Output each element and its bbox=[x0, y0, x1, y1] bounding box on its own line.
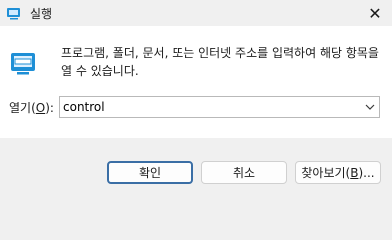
chevron-down-icon[interactable] bbox=[364, 101, 376, 113]
browse-button-label: 찾아보기(B)... bbox=[301, 166, 375, 180]
close-button[interactable]: ✕ bbox=[358, 0, 392, 26]
dialog-description: 프로그램, 폴더, 문서, 또는 인터넷 주소를 입력하여 해당 항목을 열 수… bbox=[61, 46, 379, 78]
ok-button-label: 확인 bbox=[138, 166, 162, 180]
ok-button[interactable]: 확인 bbox=[107, 161, 193, 184]
open-input[interactable] bbox=[60, 97, 353, 117]
run-dialog-icon bbox=[7, 8, 20, 20]
window-title: 실행 bbox=[30, 7, 53, 21]
open-label: 열기(O): bbox=[9, 101, 54, 115]
open-combobox[interactable] bbox=[59, 96, 380, 118]
title-bar: 실행 ✕ bbox=[0, 0, 392, 26]
run-program-icon bbox=[11, 53, 35, 75]
close-icon: ✕ bbox=[368, 3, 382, 23]
cancel-button[interactable]: 취소 bbox=[201, 161, 287, 184]
cancel-button-label: 취소 bbox=[232, 166, 256, 180]
browse-button[interactable]: 찾아보기(B)... bbox=[295, 161, 381, 184]
dialog-content: 프로그램, 폴더, 문서, 또는 인터넷 주소를 입력하여 해당 항목을 열 수… bbox=[0, 26, 392, 138]
